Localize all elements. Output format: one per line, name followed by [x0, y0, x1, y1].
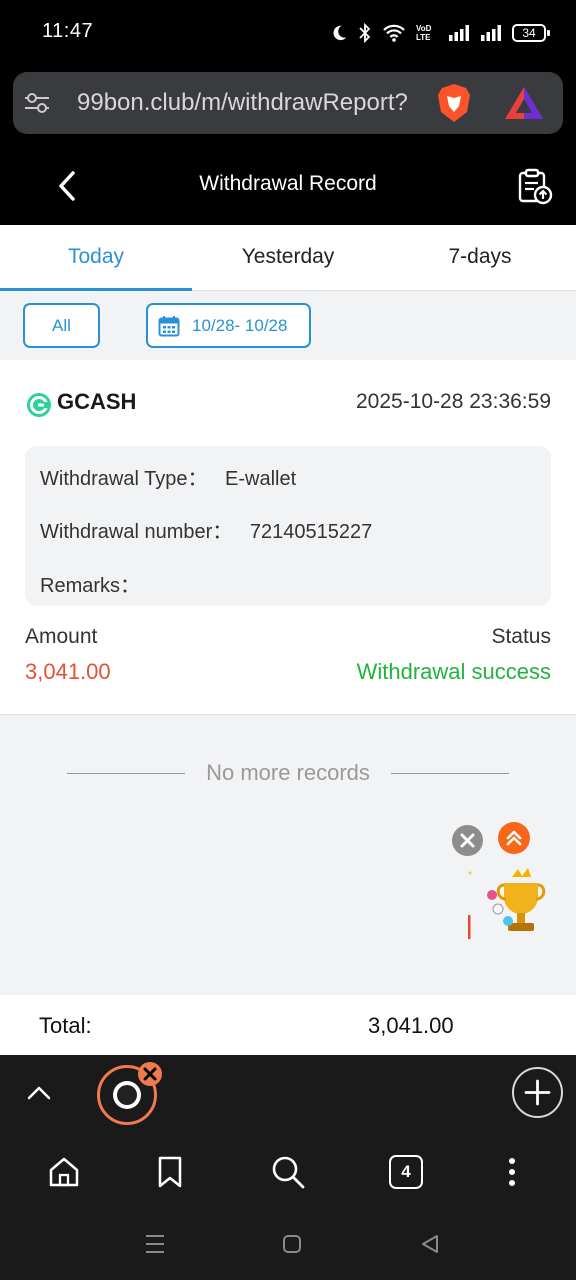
clipboard-upload-icon[interactable]	[516, 168, 554, 206]
withdrawal-type-value: E-wallet	[225, 468, 297, 490]
withdrawal-type-label: Withdrawal Type：	[40, 468, 208, 490]
close-floating-button[interactable]	[452, 825, 483, 856]
signal-icon-2	[481, 25, 501, 41]
address-bar[interactable]: 99bon.club/m/withdrawReport?	[13, 72, 563, 134]
date-tabs: Today Yesterday 7-days	[0, 225, 576, 291]
date-range-label: 10/28- 10/28	[192, 315, 288, 335]
tab-today[interactable]: Today	[0, 225, 192, 291]
screen: 11:47 VoD LTE 34 99bon.club/m/withdrawRe…	[0, 0, 576, 1280]
payment-method: GCASH	[57, 389, 137, 414]
tab-7-days[interactable]: 7-days	[384, 225, 576, 291]
amount-label: Amount	[25, 625, 98, 648]
new-tab-button[interactable]	[512, 1067, 563, 1118]
search-icon[interactable]	[270, 1154, 306, 1190]
close-icon	[143, 1067, 157, 1081]
site-settings-icon[interactable]	[24, 91, 50, 115]
tab-count-button[interactable]: 4	[389, 1155, 423, 1189]
remarks-label: Remarks：	[40, 575, 141, 597]
battery-icon: 34	[512, 24, 550, 42]
recent-apps-icon[interactable]	[145, 1233, 165, 1255]
signal-icon-1	[449, 25, 469, 41]
divider-right	[391, 773, 509, 774]
content-area: Today Yesterday 7-days All 10/28- 10/28	[0, 225, 576, 1055]
tab-yesterday[interactable]: Yesterday	[192, 225, 384, 291]
home-square-icon[interactable]	[282, 1234, 302, 1254]
status-time: 11:47	[42, 20, 94, 42]
tab-favicon	[113, 1081, 141, 1109]
record-details: Withdrawal Type： E-wallet Withdrawal num…	[25, 446, 551, 606]
system-navigation-bar	[0, 1205, 576, 1280]
chevron-up-icon[interactable]	[26, 1083, 52, 1103]
remarks-row: Remarks：	[40, 569, 140, 598]
total-value: 3,041.00	[368, 1013, 454, 1038]
trophy-ranking-icon[interactable]	[462, 865, 552, 945]
network-type-label: VoD LTE	[416, 24, 432, 42]
app-header: Withdrawal Record	[0, 148, 576, 225]
calendar-icon	[158, 315, 180, 336]
status-value: Withdrawal success	[356, 659, 551, 684]
moon-icon	[333, 25, 347, 41]
url-text[interactable]: 99bon.club/m/withdrawReport?	[77, 89, 435, 119]
page-title: Withdrawal Record	[199, 172, 377, 195]
all-filter-button[interactable]: All	[23, 303, 100, 348]
favicon-logo-icon	[117, 1085, 137, 1105]
close-tab-button[interactable]	[138, 1062, 162, 1086]
home-icon[interactable]	[47, 1155, 81, 1189]
scroll-top-button[interactable]	[498, 822, 530, 854]
wifi-icon	[383, 24, 405, 42]
withdrawal-type-row: Withdrawal Type： E-wallet	[40, 462, 296, 491]
withdrawal-number-value: 72140515227	[249, 521, 373, 543]
status-label: Status	[491, 625, 551, 648]
bookmark-icon[interactable]	[157, 1155, 183, 1189]
double-chevron-up-icon	[506, 830, 522, 846]
bluetooth-icon	[359, 23, 371, 43]
status-icons: VoD LTE 34	[330, 20, 550, 46]
brave-rewards-icon[interactable]	[503, 85, 545, 121]
amount-value: 3,041.00	[25, 659, 111, 684]
back-triangle-icon[interactable]	[420, 1233, 440, 1255]
date-range-button[interactable]: 10/28- 10/28	[146, 303, 311, 348]
gcash-logo-icon	[27, 393, 51, 417]
total-bar: Total: 3,041.00	[0, 995, 576, 1055]
withdrawal-number-label: Withdrawal number：	[40, 521, 233, 543]
withdrawal-number-row: Withdrawal number： 72140515227	[40, 515, 372, 544]
playlist-tab-thumbnail[interactable]	[97, 1062, 162, 1125]
record-datetime: 2025-10-28 23:36:59	[356, 390, 551, 413]
brave-shields-icon[interactable]	[435, 82, 473, 124]
plus-icon	[524, 1079, 551, 1106]
more-menu-icon[interactable]	[502, 1155, 522, 1189]
close-icon	[460, 833, 475, 848]
total-label: Total:	[39, 1013, 92, 1038]
withdrawal-record-card: GCASH 2025-10-28 23:36:59 Withdrawal Typ…	[0, 360, 576, 715]
filter-row: All 10/28- 10/28	[0, 291, 576, 359]
